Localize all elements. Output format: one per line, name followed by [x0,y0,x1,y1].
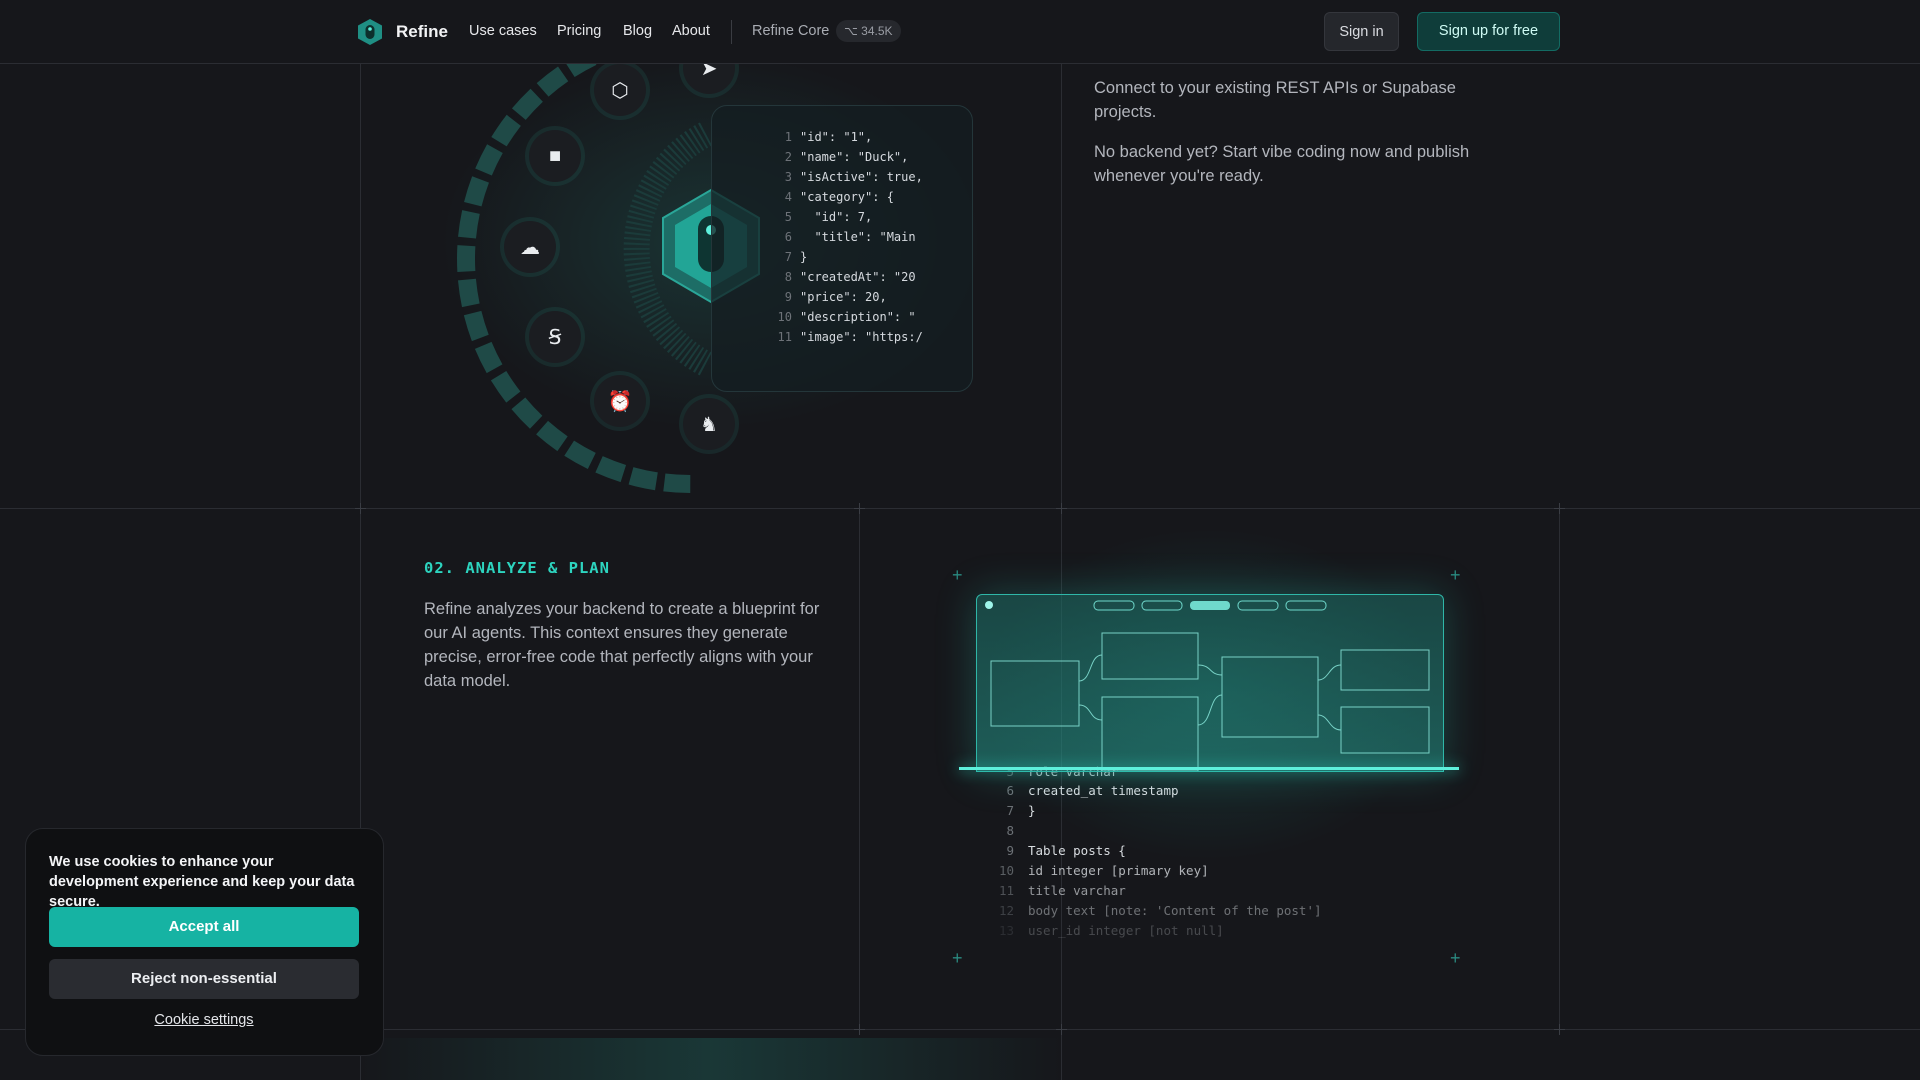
cloud-icon: ☁ [504,221,556,273]
code-line: 1 "id": "1", [784,130,873,144]
sign-in-button[interactable]: Sign in [1324,12,1399,51]
alarm-icon: ⏰ [594,375,646,427]
plus-icon: + [1450,948,1461,968]
accept-all-button[interactable]: Accept all [49,907,359,947]
scan-line [959,767,1459,770]
github-stars-badge[interactable]: ⌥ 34.5K [836,20,901,42]
sql-line: 9 Table posts { [1006,843,1126,858]
top-navbar: Refine Use cases Pricing Blog About Refi… [0,0,1920,64]
plus-icon: + [952,565,963,585]
plus-icon: + [952,948,963,968]
sign-up-button[interactable]: Sign up for free [1417,12,1560,51]
nav-divider [731,20,732,44]
stars-count: 34.5K [861,24,893,38]
appwrite-icon: Ꞩ [529,311,581,363]
step-description: Refine analyzes your backend to create a… [424,600,820,690]
square-icon: ■ [529,130,581,182]
schema-diagram [985,600,1430,771]
plus-icon: + [1450,565,1461,585]
code-line: 8 "createdAt": "20 [784,270,916,284]
grid-line [0,508,1920,509]
nav-pricing[interactable]: Pricing [557,23,601,39]
code-line: 9 "price": 20, [784,290,887,304]
brand-name[interactable]: Refine [396,22,448,42]
code-line: 10 "description": " [777,310,916,324]
step-title: 02. ANALYZE & PLAN [424,559,610,577]
schema-window [976,594,1444,772]
json-code-card [711,105,973,392]
nav-blog[interactable]: Blog [623,23,652,39]
refine-logo-icon[interactable] [357,18,383,46]
sql-line: 7} [1006,803,1036,818]
github-icon: ⌥ [844,24,858,38]
connect-paragraph: Connect to your existing REST APIs or Su… [1094,79,1456,121]
code-line: 7} [784,250,808,264]
code-line: 5 "id": 7, [784,210,873,224]
sql-line: 12 body text [note: 'Content of the post'… [998,903,1322,918]
sql-line: 10 id integer [primary key] [998,863,1209,878]
sql-line: 13 user_id integer [not null] [998,923,1224,938]
nav-about[interactable]: About [672,23,710,39]
sql-line: 6 created_at timestamp [1006,783,1179,798]
sql-line: 8 [1006,823,1014,838]
cookie-settings-link[interactable]: Cookie settings [49,1012,359,1028]
reject-non-essential-button[interactable]: Reject non-essential [49,959,359,999]
backend-paragraph: No backend yet? Start vibe coding now an… [1094,143,1470,185]
refine-core-link[interactable]: Refine Core [752,23,829,39]
code-line: 6 "title": "Main [784,230,916,244]
code-line: 2 "name": "Duck", [784,150,909,164]
nestjs-icon: ♞ [683,398,735,450]
cookie-message: We use cookies to enhance your developme… [49,854,355,910]
sql-line: 11 title varchar [998,883,1126,898]
grid-line [1559,508,1560,1030]
code-line: 4 "category": { [784,190,894,204]
nav-use-cases[interactable]: Use cases [469,23,537,39]
bottom-visual [361,1038,1061,1080]
code-line: 11 "image": "https:/ [777,330,923,344]
graphql-icon: ⬡ [594,64,646,116]
code-line: 3 "isActive": true, [784,170,923,184]
grid-tick [1554,503,1565,514]
